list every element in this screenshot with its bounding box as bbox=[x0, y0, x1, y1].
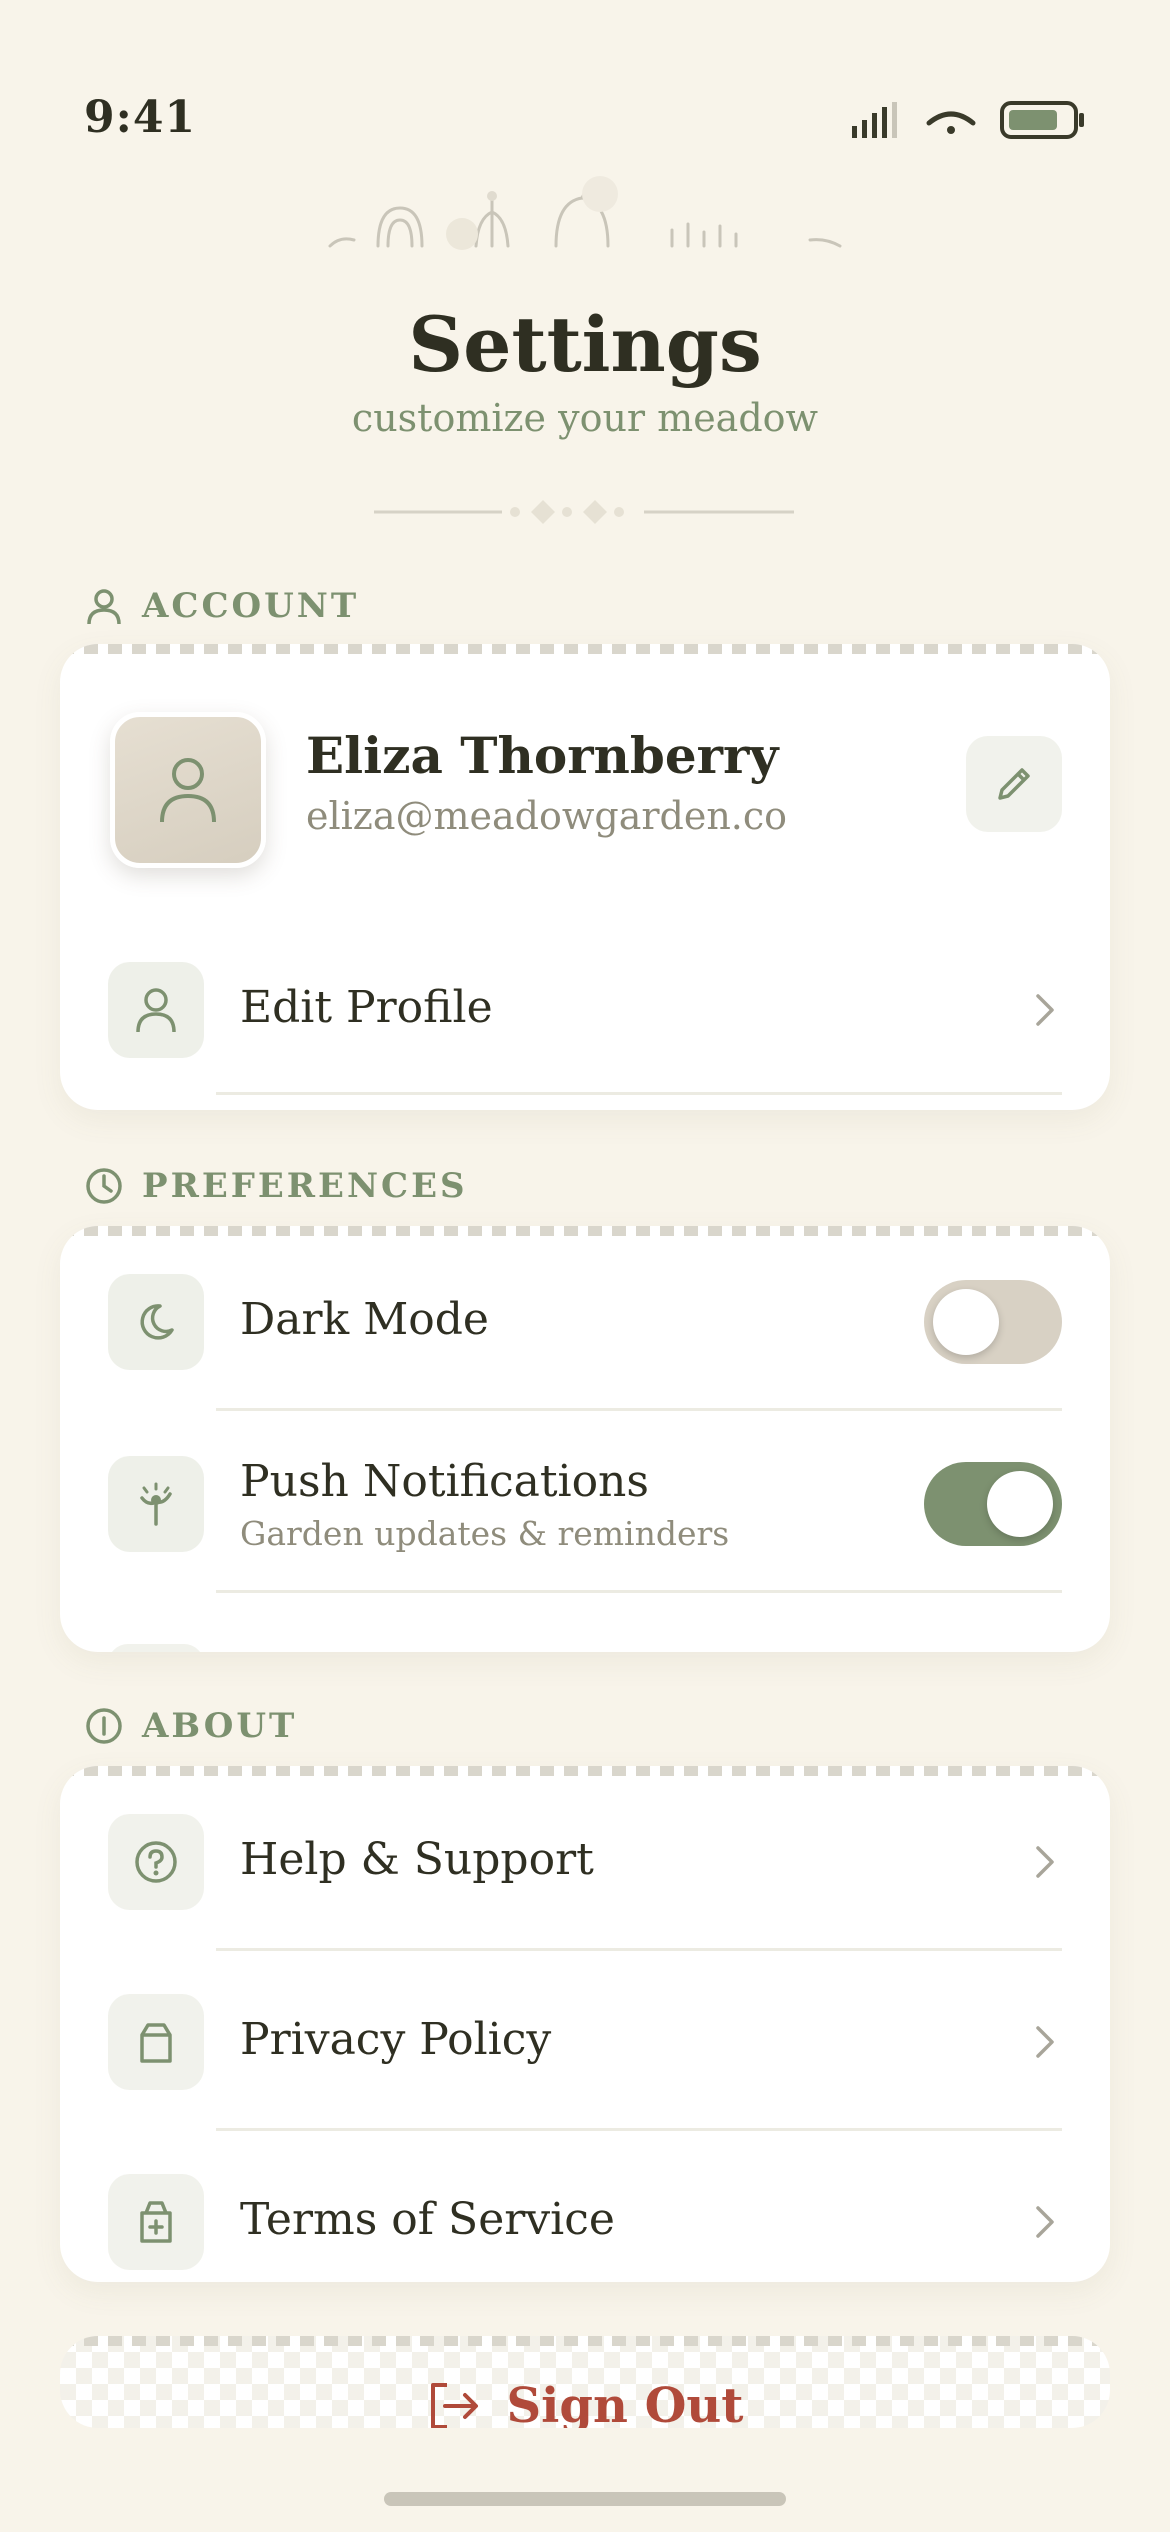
wifi-icon bbox=[926, 111, 976, 134]
card-dashed-edge bbox=[60, 644, 1110, 654]
status-icons bbox=[850, 100, 1086, 140]
sprout-icon bbox=[140, 1482, 172, 1526]
toggle-knob bbox=[987, 1471, 1053, 1537]
bag-icon bbox=[140, 2023, 172, 2063]
row-separator bbox=[216, 2128, 1062, 2131]
chevron-right-icon bbox=[1036, 1846, 1054, 1878]
sign-out-button[interactable]: Sign Out bbox=[60, 2336, 1110, 2428]
user-icon bbox=[160, 758, 216, 823]
meadow-illustration bbox=[328, 176, 842, 250]
avatar[interactable] bbox=[110, 712, 266, 868]
row-icon-box bbox=[108, 1456, 204, 1552]
card-dashed-edge bbox=[60, 2336, 1110, 2346]
card-dashed-edge bbox=[60, 1766, 1110, 1776]
settings-row-terms-of-service[interactable]: Terms of Service bbox=[60, 2174, 1110, 2282]
row-separator bbox=[216, 1948, 1062, 1951]
about-card: Help & Support Privacy Policy Terms of S… bbox=[60, 1766, 1110, 2282]
row-separator bbox=[216, 1590, 1062, 1593]
row-label: Terms of Service bbox=[240, 2194, 615, 2245]
row-sublabel: Garden updates & reminders bbox=[240, 1514, 730, 1553]
settings-row-edit-profile[interactable]: Edit Profile bbox=[60, 962, 1110, 1110]
section-header-account: ACCOUNT bbox=[84, 586, 359, 626]
next-row-icon-peek bbox=[108, 1644, 204, 1652]
section-header-preferences: PREFERENCES bbox=[84, 1166, 468, 1206]
settings-row-help-support[interactable]: Help & Support bbox=[60, 1814, 1110, 1951]
user-icon bbox=[136, 988, 176, 1033]
status-time: 9:41 bbox=[84, 92, 197, 143]
ornamental-divider bbox=[374, 500, 794, 524]
account-card: Eliza Thornberry eliza@meadowgarden.co E… bbox=[60, 644, 1110, 1110]
row-icon-box bbox=[108, 1814, 204, 1910]
page-title: Settings bbox=[408, 300, 762, 389]
document-box-icon bbox=[140, 2201, 172, 2243]
row-separator bbox=[216, 1092, 1062, 1095]
row-label: Dark Mode bbox=[240, 1294, 489, 1345]
row-icon-box bbox=[108, 1994, 204, 2090]
user-icon bbox=[87, 589, 121, 625]
row-icon-box bbox=[108, 1274, 204, 1370]
toggle-knob bbox=[933, 1289, 999, 1355]
row-label: Privacy Policy bbox=[240, 2014, 552, 2065]
settings-row-dark-mode: Dark Mode bbox=[60, 1274, 1110, 1414]
push-notifications-toggle[interactable] bbox=[924, 1462, 1062, 1546]
pencil-icon bbox=[998, 768, 1030, 800]
settings-row-privacy-policy[interactable]: Privacy Policy bbox=[60, 1994, 1110, 2131]
edit-profile-button[interactable] bbox=[966, 736, 1062, 832]
settings-row-push-notifications: Push Notifications Garden updates & remi… bbox=[60, 1456, 1110, 1616]
dark-mode-toggle[interactable] bbox=[924, 1280, 1062, 1364]
section-label: ACCOUNT bbox=[142, 586, 360, 626]
row-label: Push Notifications bbox=[240, 1456, 649, 1507]
info-icon bbox=[86, 1708, 122, 1744]
question-circle-icon bbox=[135, 1841, 177, 1883]
logout-icon bbox=[430, 2383, 478, 2428]
profile-email: eliza@meadowgarden.co bbox=[306, 794, 788, 838]
row-label: Help & Support bbox=[240, 1834, 594, 1885]
page-subtitle: customize your meadow bbox=[351, 396, 819, 440]
row-label: Edit Profile bbox=[240, 982, 493, 1033]
sign-out-content: Sign Out bbox=[60, 2378, 1110, 2428]
preferences-card: Dark Mode Push Notifications Garden upda… bbox=[60, 1226, 1110, 1652]
row-icon-box bbox=[108, 2174, 204, 2270]
section-label: PREFERENCES bbox=[142, 1166, 468, 1206]
cellular-signal-icon bbox=[852, 102, 897, 138]
section-label: ABOUT bbox=[142, 1706, 298, 1746]
chevron-right-icon bbox=[1036, 2206, 1054, 2238]
clock-icon bbox=[86, 1168, 122, 1204]
section-header-about: ABOUT bbox=[84, 1706, 297, 1746]
home-indicator[interactable] bbox=[384, 2492, 786, 2506]
row-separator bbox=[216, 1408, 1062, 1411]
chevron-right-icon bbox=[1036, 2026, 1054, 2058]
card-dashed-edge bbox=[60, 1226, 1110, 1236]
battery-icon bbox=[1000, 101, 1084, 139]
profile-name: Eliza Thornberry bbox=[306, 726, 779, 785]
row-icon-box bbox=[108, 962, 204, 1058]
sign-out-label: Sign Out bbox=[506, 2378, 744, 2428]
moon-icon bbox=[140, 1304, 174, 1340]
chevron-right-icon bbox=[1036, 994, 1054, 1026]
